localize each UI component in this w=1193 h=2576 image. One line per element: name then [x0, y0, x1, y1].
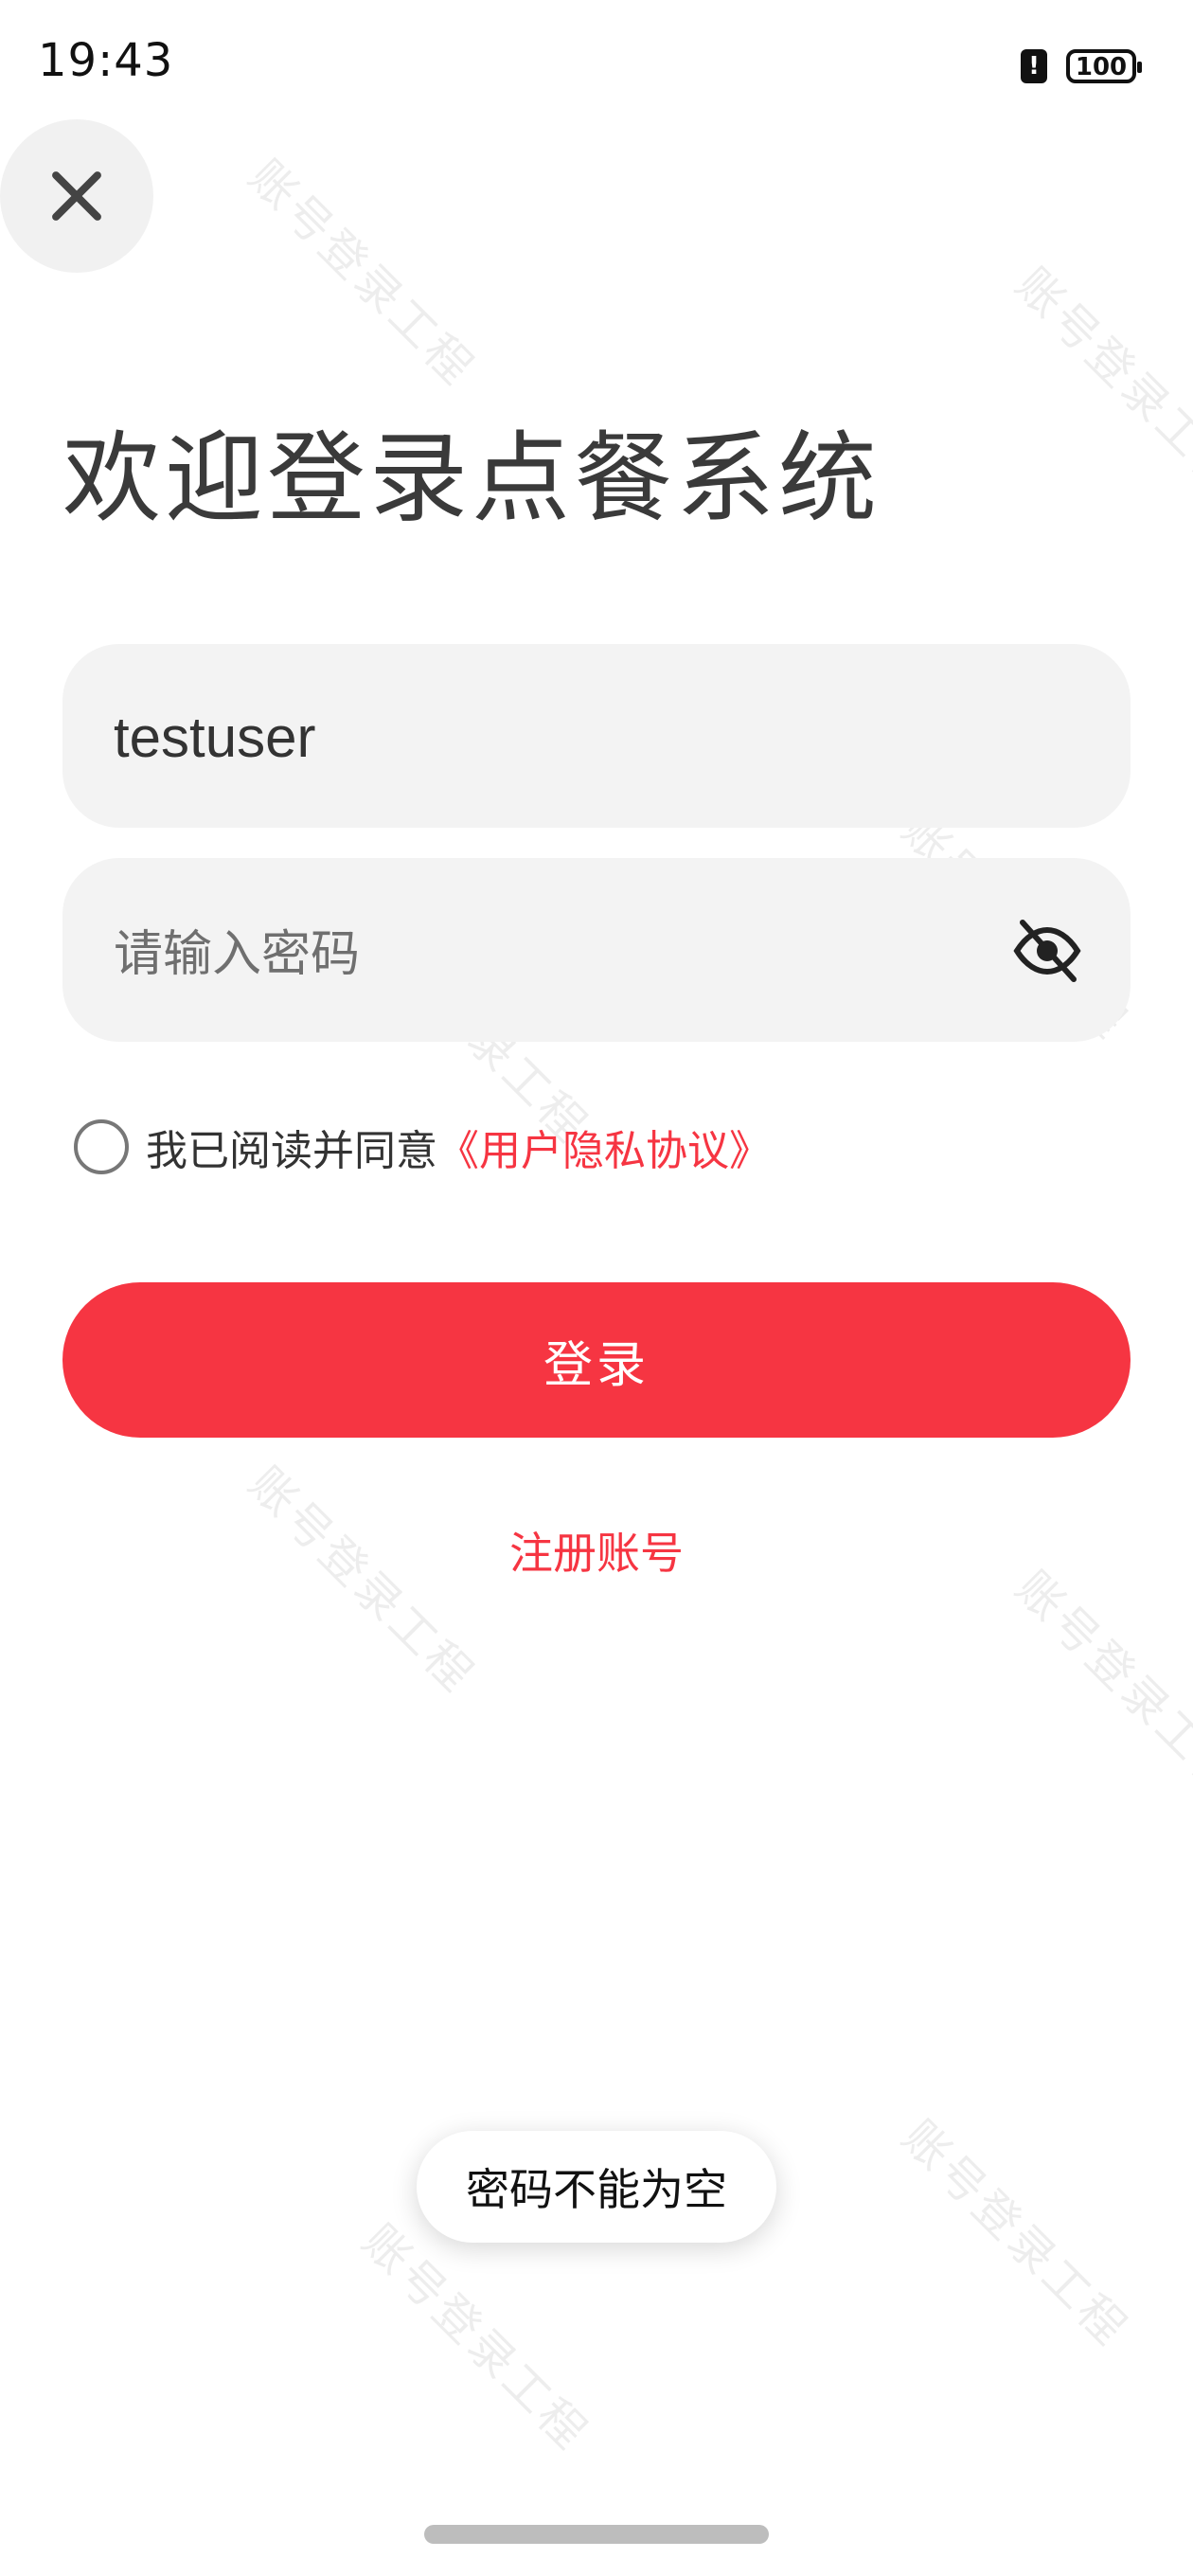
username-field[interactable] — [62, 644, 1131, 830]
watermark: 账号登录工程 — [1005, 258, 1193, 505]
battery-icon: 100 — [1066, 49, 1142, 83]
privacy-agreement-link[interactable]: 《用户隐私协议》 — [437, 1117, 771, 1177]
watermark: 账号登录工程 — [1005, 1561, 1193, 1808]
alert-icon — [1021, 49, 1047, 83]
agreement-text: 我已阅读并同意 — [146, 1127, 437, 1175]
watermark: 账号登录工程 — [351, 2214, 599, 2461]
password-input[interactable] — [112, 858, 968, 1044]
home-indicator[interactable] — [424, 2525, 769, 2544]
page-title: 欢迎登录点餐系统 — [62, 420, 881, 536]
battery-level: 100 — [1075, 53, 1128, 81]
close-button[interactable] — [0, 119, 153, 273]
watermark: 账号登录工程 — [238, 150, 486, 397]
login-button[interactable]: 登录 — [62, 1282, 1131, 1438]
register-link[interactable]: 注册账号 — [0, 1519, 1193, 1582]
status-time: 19:43 — [38, 34, 174, 87]
watermark: 账号登录工程 — [891, 2110, 1139, 2357]
toast-message: 密码不能为空 — [417, 2131, 776, 2243]
status-bar: 19:43 100 — [0, 0, 1193, 133]
agreement-radio[interactable] — [74, 1119, 129, 1174]
eye-off-icon[interactable] — [1011, 917, 1083, 983]
agreement-row: 我已阅读并同意 《用户隐私协议》 — [74, 1116, 771, 1178]
username-input[interactable] — [112, 644, 968, 830]
password-field[interactable] — [62, 858, 1131, 1044]
